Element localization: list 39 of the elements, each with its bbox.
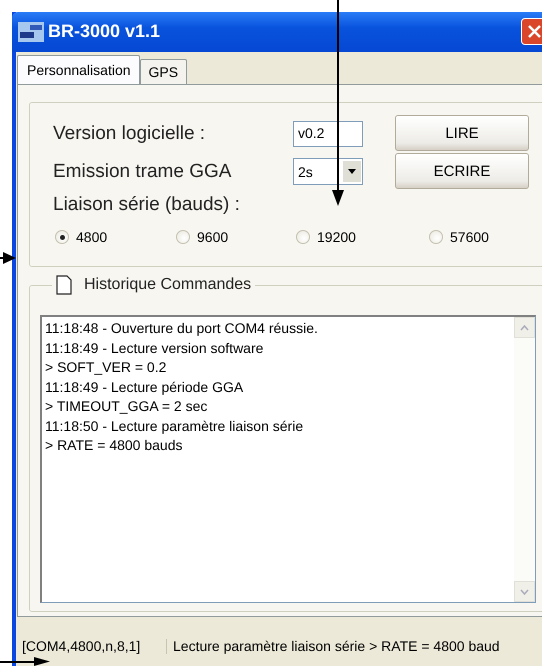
close-icon: [526, 23, 542, 40]
log-line: 11:18:50 - Lecture paramètre liaison série: [45, 416, 304, 436]
dropdown-value: 2s: [298, 164, 313, 180]
history-title: Historique Commandes: [84, 276, 252, 294]
radio-label: 19200: [317, 229, 356, 246]
document-icon: [56, 275, 72, 296]
dropdown-arrow-icon: [348, 169, 356, 174]
annotation-arrow: [0, 251, 16, 265]
log-line: > SOFT_VER = 0.2: [45, 358, 168, 378]
serial-label: Liaison série (bauds) :: [53, 194, 241, 216]
tab[interactable]: Personnalisation: [17, 55, 140, 84]
version-label: Version logicielle :: [53, 123, 206, 146]
action-button[interactable]: ECRIRE: [395, 153, 529, 190]
radio-button[interactable]: [296, 230, 310, 244]
gga-dropdown[interactable]: 2s: [293, 158, 363, 186]
annotation-arrow: [0, 656, 50, 666]
log-line: 11:18:49 - Lecture période GGA: [45, 378, 244, 397]
tab[interactable]: GPS: [140, 59, 188, 84]
radio-button[interactable]: [429, 230, 443, 244]
radio-button[interactable]: [55, 230, 69, 244]
log-line: 11:18:48 - Ouverture du port COM4 réussie.: [45, 319, 319, 338]
scrollbar[interactable]: [514, 317, 535, 602]
gga-label: Emission trame GGA: [53, 160, 232, 183]
radio-label: 4800: [76, 229, 108, 246]
window-title: BR-3000 v1.1: [48, 21, 162, 42]
scroll-up-icon[interactable]: [520, 324, 529, 331]
radio-label: 57600: [450, 229, 489, 246]
status-text: Lecture paramètre liaison série > RATE = 4800 baud: [166, 639, 506, 654]
radio-label: 9600: [197, 229, 228, 246]
radio-button[interactable]: [176, 230, 190, 244]
version-field[interactable]: v0.2: [293, 121, 363, 148]
scroll-down-icon[interactable]: [520, 588, 529, 595]
log-line: > RATE = 4800 bauds: [45, 436, 184, 456]
log-line: > TIMEOUT_GGA = 2 sec: [45, 397, 208, 416]
app-icon: [18, 22, 44, 42]
close-button[interactable]: [521, 18, 542, 46]
log-line: 11:18:49 - Lecture version software: [45, 338, 264, 358]
status-text: [COM4,4800,n,8,1]: [21, 639, 142, 654]
action-button[interactable]: LIRE: [395, 115, 529, 152]
